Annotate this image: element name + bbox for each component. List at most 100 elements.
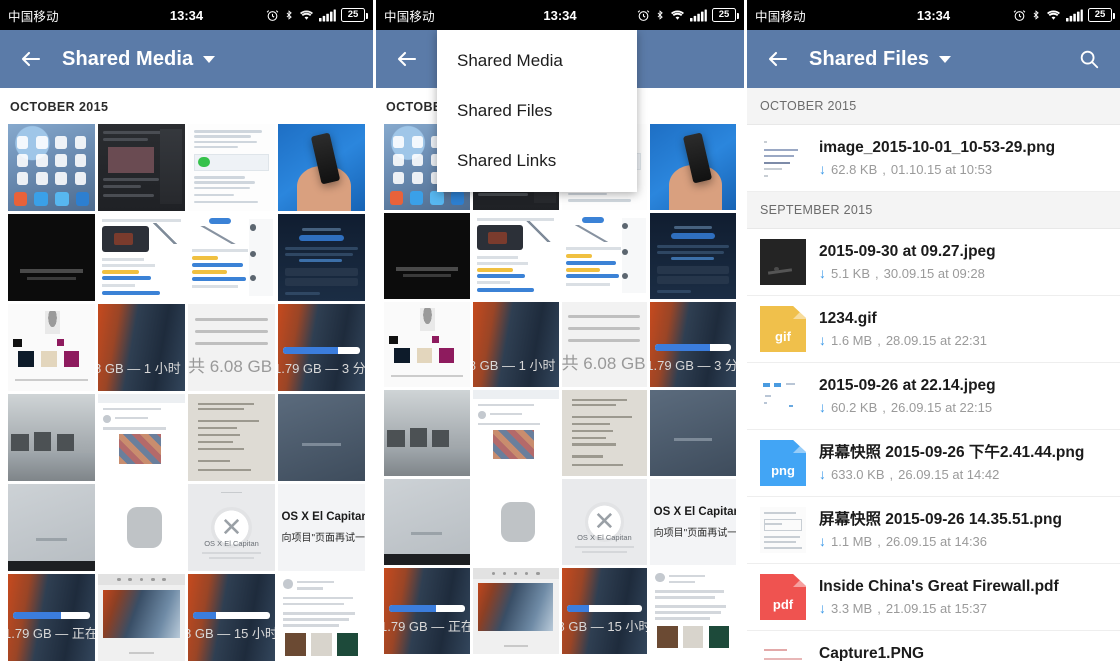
media-thumb[interactable]: ✕ OS X El Capitan [561, 479, 648, 565]
carrier-label: 中国移动 [8, 9, 59, 24]
media-thumb[interactable] [561, 390, 648, 476]
media-thumb[interactable] [8, 124, 95, 211]
media-thumb[interactable] [188, 214, 275, 301]
file-name: Capture1.PNG [819, 645, 925, 661]
capitan-caption: OS X El Capitan [204, 539, 259, 549]
media-thumb[interactable] [384, 301, 470, 388]
media-thumb[interactable]: 8 GB — 1 小时 [98, 304, 185, 391]
media-thumb[interactable] [278, 214, 365, 301]
media-thumb[interactable]: ——— ✕ OS X El Capitan [188, 484, 275, 571]
file-size: 62.8 KB [831, 161, 878, 177]
media-overlay-text: 共 6.08 GB [188, 357, 273, 377]
back-button[interactable] [761, 42, 795, 76]
files-list[interactable]: OCTOBER 2015 image_2015-10-01_10-53-29.p… [747, 88, 1120, 661]
download-icon: ↓ [819, 161, 826, 178]
media-thumb[interactable]: 共 6.08 GB [188, 304, 275, 391]
media-overlay-title: OS X El Capitan"失败 [281, 511, 365, 524]
media-thumb[interactable] [384, 212, 470, 299]
bluetooth-icon [655, 8, 665, 22]
back-button[interactable] [14, 42, 48, 76]
file-date: 26.09.15 at 22:15 [890, 399, 993, 415]
panel-shared-files: 中国移动 13:34 25 Shared Files OCTOBER 2015 … [747, 0, 1120, 661]
media-thumb[interactable] [188, 394, 275, 481]
file-row[interactable]: Capture1.PNG ↓ 19.2 KB, 17.09.15 at 17:4… [747, 631, 1120, 661]
media-thumb[interactable] [650, 567, 736, 654]
chevron-down-icon[interactable] [939, 55, 952, 63]
media-thumb[interactable] [8, 484, 95, 571]
media-thumb[interactable] [98, 124, 185, 211]
menu-item-shared-links[interactable]: Shared Links [437, 136, 637, 186]
media-thumb[interactable]: 8 GB — 15 小时 3 [561, 567, 648, 654]
media-thumb[interactable] [98, 574, 185, 661]
media-thumb[interactable]: 1.79 GB — 3 分钟 [278, 304, 365, 391]
title-dropdown-menu[interactable]: Shared Media Shared Files Shared Links [437, 30, 637, 192]
file-date: 28.09.15 at 22:31 [885, 332, 988, 348]
media-thumb[interactable] [98, 214, 185, 301]
file-thumbnail [760, 239, 806, 285]
media-thumb[interactable] [472, 567, 559, 654]
title-dropdown-trigger[interactable]: Shared Files [809, 47, 952, 71]
section-header: SEPTEMBER 2015 [747, 192, 1120, 229]
download-icon: ↓ [819, 265, 826, 282]
media-thumb[interactable] [384, 390, 470, 476]
media-thumb[interactable] [472, 212, 559, 299]
file-row[interactable]: 屏幕快照 2015-09-26 14.35.51.png ↓ 1.1 MB, 2… [747, 497, 1120, 564]
menu-item-shared-files[interactable]: Shared Files [437, 86, 637, 136]
file-row[interactable]: 2015-09-30 at 09.27.jpeg ↓ 5.1 KB, 30.09… [747, 229, 1120, 296]
download-icon: ↓ [819, 332, 826, 349]
search-button[interactable] [1072, 42, 1106, 76]
media-thumb[interactable] [561, 212, 648, 299]
file-meta: 1234.gif ↓ 1.6 MB, 28.09.15 at 22:31 [819, 310, 1107, 348]
bluetooth-icon [1031, 8, 1041, 22]
file-date: 26.09.15 at 14:36 [885, 533, 988, 549]
media-overlay-sub: 向项目"页面再试一次。 [281, 533, 365, 545]
media-thumb[interactable]: OS X El Capitan"失败 向项目"页面再试一次。 [650, 479, 736, 565]
media-thumb[interactable]: 8 GB — 15 小时 3 [188, 574, 275, 661]
page-title: Shared Files [809, 47, 930, 70]
media-thumb[interactable] [472, 390, 559, 476]
media-thumb[interactable] [650, 390, 736, 476]
media-overlay-text: 8 GB — 15 小时 3 [188, 625, 275, 641]
media-thumb[interactable] [650, 212, 736, 299]
media-thumb[interactable] [650, 124, 736, 210]
file-subtitle: ↓ 1.1 MB, 26.09.15 at 14:36 [819, 533, 988, 550]
page-title: Shared Media [62, 47, 194, 70]
file-size: 60.2 KB [831, 399, 878, 415]
file-name: 屏幕快照 2015-09-26 下午2.41.44.png [819, 444, 1085, 462]
media-thumb[interactable]: 8 GB — 1 小时 [472, 301, 559, 388]
file-row[interactable]: gif 1234.gif ↓ 1.6 MB, 28.09.15 at 22:31 [747, 296, 1120, 363]
file-subtitle: ↓ 3.3 MB, 21.09.15 at 15:37 [819, 600, 988, 617]
file-size: 1.6 MB [831, 332, 873, 348]
menu-item-shared-media[interactable]: Shared Media [437, 36, 637, 86]
file-subtitle: ↓ 60.2 KB, 26.09.15 at 22:15 [819, 399, 993, 416]
file-row[interactable]: png 屏幕快照 2015-09-26 下午2.41.44.png ↓ 633.… [747, 430, 1120, 497]
media-thumb[interactable]: 共 6.08 GB [561, 301, 648, 388]
media-thumb[interactable] [8, 304, 95, 391]
file-row[interactable]: pdf Inside China's Great Firewall.pdf ↓ … [747, 564, 1120, 631]
file-thumbnail: pdf [760, 574, 806, 620]
media-thumb[interactable]: 1.79 GB — 3 分钟 [650, 301, 736, 388]
media-thumb[interactable] [278, 124, 365, 211]
media-thumb[interactable] [384, 479, 470, 565]
chevron-down-icon[interactable] [203, 55, 216, 63]
media-thumb[interactable] [278, 574, 365, 661]
month-header: OCTOBER 2015 [10, 100, 109, 114]
file-row[interactable]: image_2015-10-01_10-53-29.png ↓ 62.8 KB,… [747, 125, 1120, 192]
back-button[interactable] [390, 42, 424, 76]
download-icon: ↓ [819, 399, 826, 416]
status-icons: 25 [1013, 8, 1115, 22]
media-thumb[interactable]: 1.79 GB — 正在计 [8, 574, 95, 661]
media-overlay-sub: 向项目"页面再试一次。 [653, 527, 736, 539]
file-row[interactable]: 2015-09-26 at 22.14.jpeg ↓ 60.2 KB, 26.0… [747, 363, 1120, 430]
media-thumb[interactable] [8, 214, 95, 301]
media-thumb[interactable] [278, 394, 365, 481]
media-thumb[interactable] [188, 124, 275, 211]
media-thumb[interactable]: OS X El Capitan"失败 向项目"页面再试一次。 [278, 484, 365, 571]
media-thumb[interactable] [98, 394, 185, 481]
media-thumb[interactable] [472, 479, 559, 565]
media-thumb[interactable] [98, 484, 185, 571]
wifi-icon [1046, 9, 1061, 21]
media-thumb[interactable] [8, 394, 95, 481]
media-thumb[interactable]: 1.79 GB — 正在计 [384, 567, 470, 654]
title-dropdown-trigger[interactable]: Shared Media [62, 47, 216, 71]
